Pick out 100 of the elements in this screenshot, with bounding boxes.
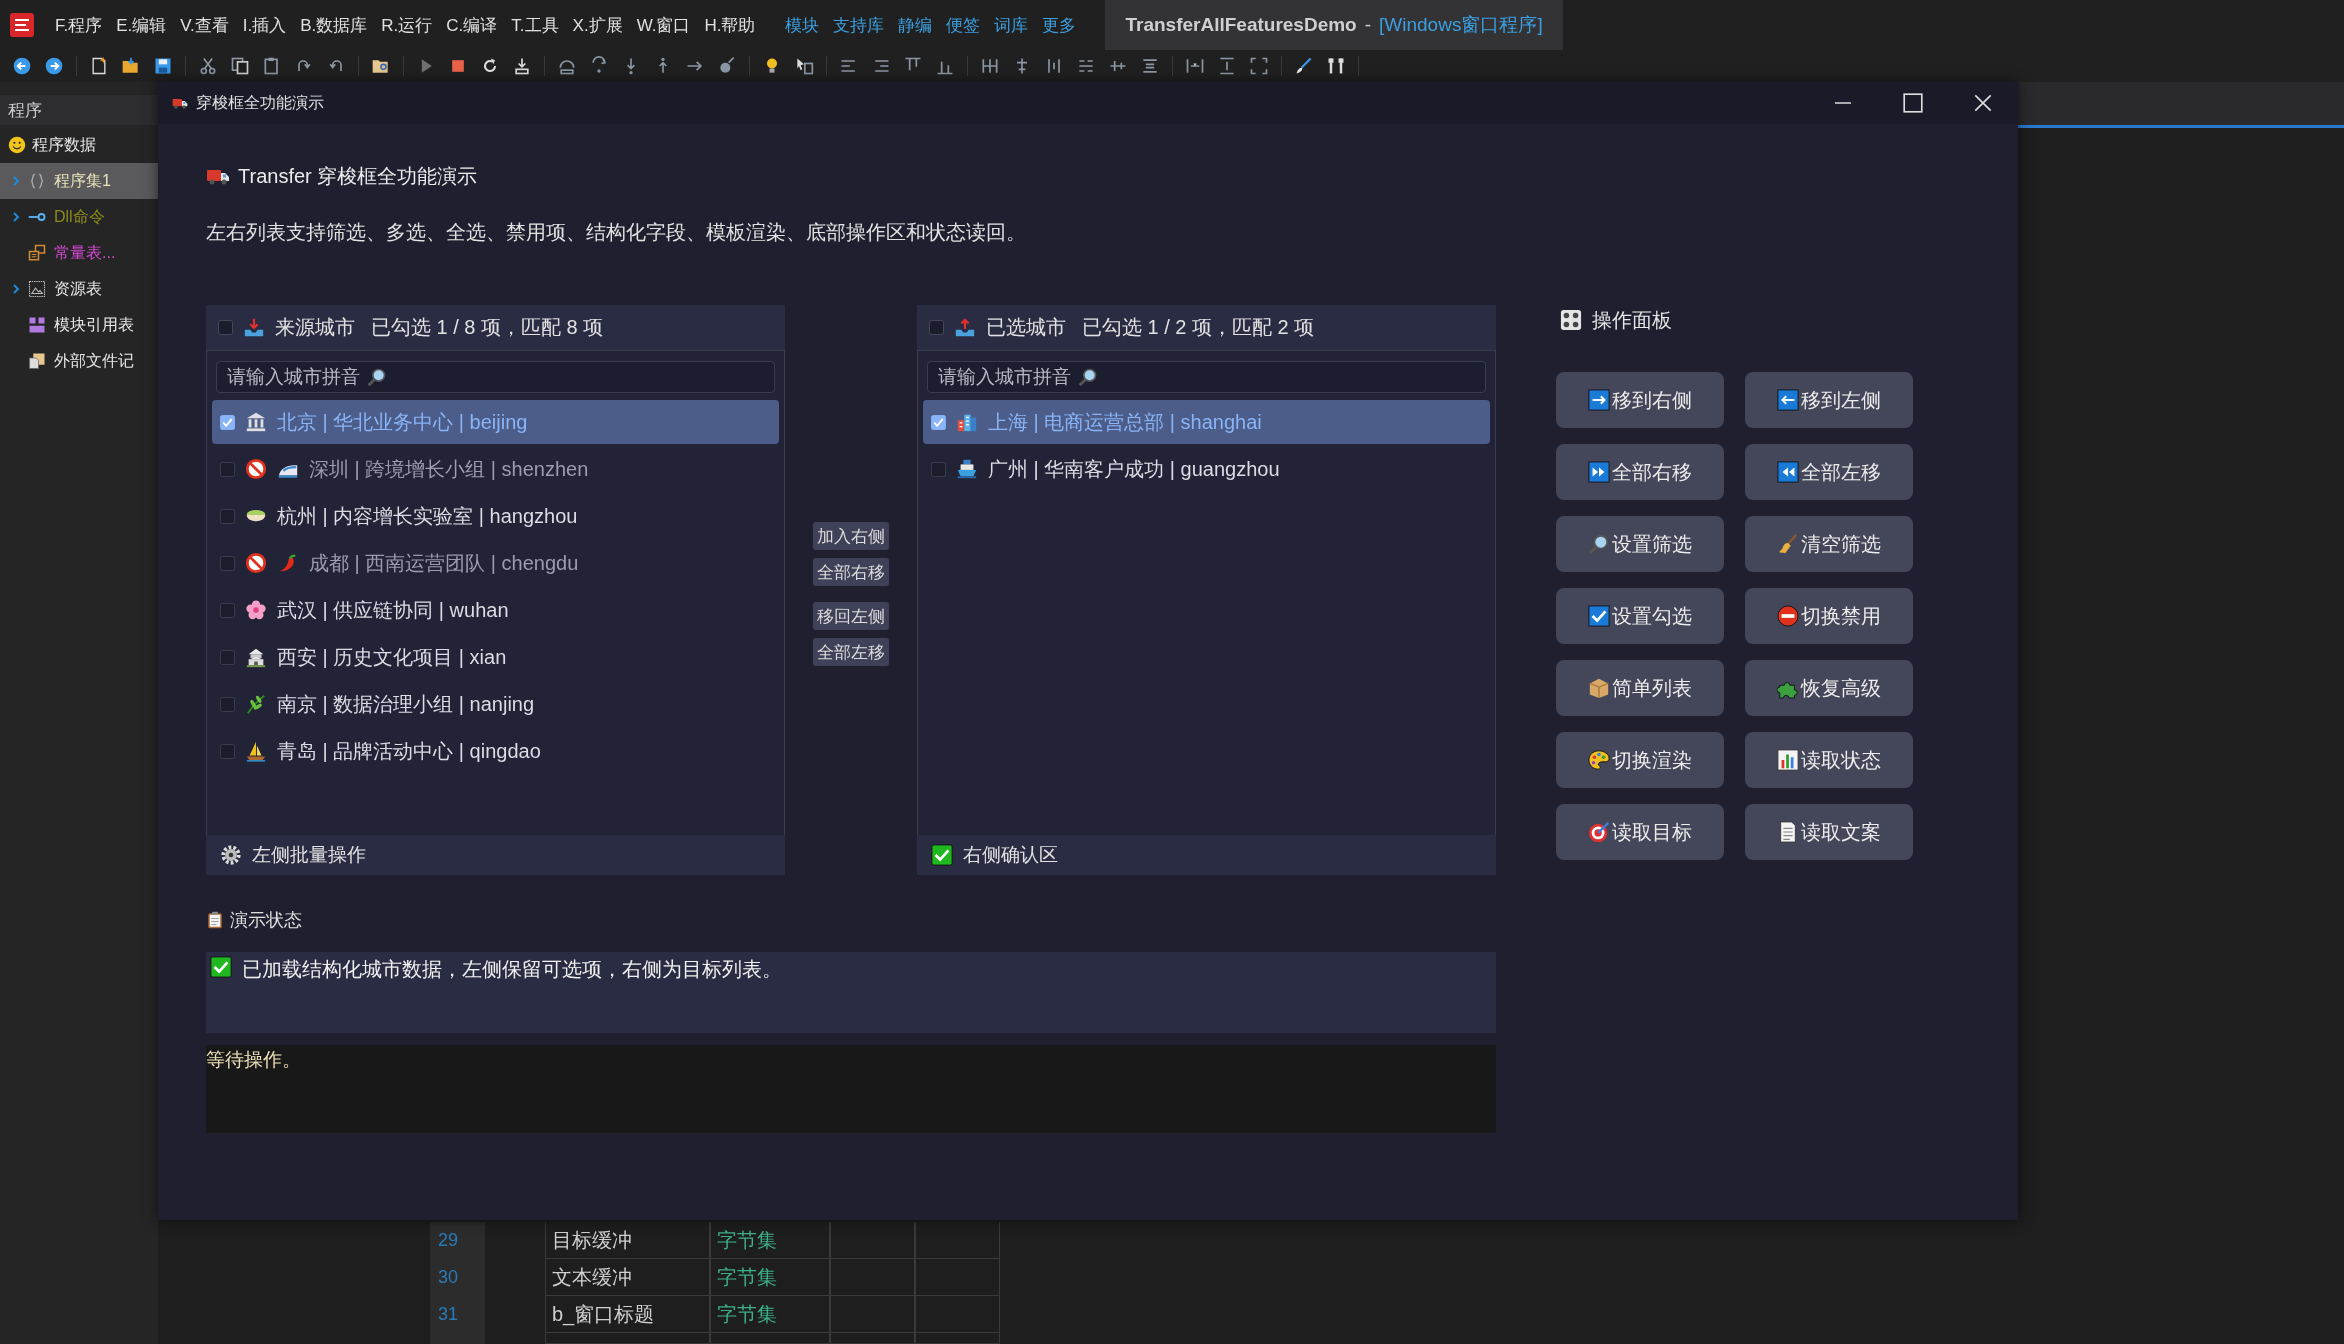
checkbox[interactable]: [220, 414, 235, 430]
menu-item[interactable]: X.扩展: [565, 13, 630, 37]
table-cell: 字节集: [710, 1259, 830, 1296]
list-item[interactable]: 青岛 | 品牌活动中心 | qingdao: [212, 729, 779, 773]
outbox-tray-icon: [954, 316, 976, 339]
menu-link[interactable]: 模块: [778, 13, 827, 37]
maximize-icon: [1902, 92, 1924, 114]
module-blocks-icon: [28, 316, 46, 334]
list-item[interactable]: 南京 | 数据治理小组 | nanjing: [212, 682, 779, 726]
action-button[interactable]: 读取目标: [1556, 804, 1724, 860]
spacing-horizontal-icon[interactable]: [980, 56, 1000, 76]
search-icon: [1078, 367, 1098, 387]
copy-icon[interactable]: [230, 56, 250, 76]
transfer-button[interactable]: 全部左移: [813, 638, 889, 666]
transfer-button[interactable]: 全部右移: [813, 558, 889, 586]
prohibited-icon: [245, 458, 267, 480]
brush-icon[interactable]: [1294, 56, 1314, 76]
menu-item[interactable]: E.编辑: [109, 13, 174, 37]
fit-size-icon[interactable]: [1249, 56, 1269, 76]
table-cell: 字节集: [710, 1222, 830, 1259]
checkbox[interactable]: [220, 696, 235, 712]
table-cell: 目标缓冲: [545, 1222, 710, 1259]
action-button[interactable]: 移到左侧: [1745, 372, 1913, 428]
transfer-button[interactable]: 移回左侧: [813, 602, 889, 630]
cursor-icon[interactable]: [794, 56, 814, 76]
menu-link[interactable]: 更多: [1035, 13, 1084, 37]
action-button[interactable]: 读取状态: [1745, 732, 1913, 788]
checkbox[interactable]: [220, 743, 235, 759]
status-message: 已加载结构化城市数据，左侧保留可选项，右侧为目标列表。: [242, 957, 782, 982]
menu-link[interactable]: 支持库: [826, 13, 892, 37]
action-button[interactable]: 简单列表: [1556, 660, 1724, 716]
menu-item[interactable]: F.程序: [48, 13, 110, 37]
sailboat-icon: [245, 740, 267, 762]
app-logo-icon[interactable]: [10, 13, 34, 37]
action-button[interactable]: 全部右移: [1556, 444, 1724, 500]
action-button[interactable]: 全部左移: [1745, 444, 1913, 500]
tree-row[interactable]: 程序集1: [0, 163, 158, 199]
tree-row[interactable]: Dll命令: [0, 199, 158, 235]
menu-item[interactable]: V.查看: [173, 13, 236, 37]
transfer-button[interactable]: 加入右侧: [813, 522, 889, 550]
panel-title: 来源城市: [275, 315, 355, 340]
line-number: 30: [430, 1259, 485, 1296]
list-item[interactable]: 广州 | 华南客户成功 | guangzhou: [923, 447, 1490, 491]
action-button[interactable]: 清空筛选: [1745, 516, 1913, 572]
checkbox[interactable]: [220, 649, 235, 665]
menu-item[interactable]: R.运行: [374, 13, 440, 37]
menu-item[interactable]: I.插入: [235, 13, 294, 37]
open-folder-icon[interactable]: [121, 56, 141, 76]
list-item[interactable]: 武汉 | 供应链协同 | wuhan: [212, 588, 779, 632]
search-field[interactable]: 请输入城市拼音: [927, 361, 1486, 393]
menu-item[interactable]: H.帮助: [697, 13, 763, 37]
action-button[interactable]: 设置筛选: [1556, 516, 1724, 572]
forward-icon[interactable]: [44, 56, 64, 76]
tools-icon[interactable]: [1326, 56, 1346, 76]
checkbox[interactable]: [931, 461, 946, 477]
tree-row[interactable]: 模块引用表: [0, 307, 158, 343]
line-number: 31: [430, 1296, 485, 1333]
menu-item[interactable]: T.工具: [504, 13, 566, 37]
list-item[interactable]: 杭州 | 内容增长实验室 | hangzhou: [212, 494, 779, 538]
action-button[interactable]: 设置勾选: [1556, 588, 1724, 644]
breakpoint-icon[interactable]: [717, 56, 737, 76]
herb-icon: [245, 693, 267, 715]
equal-spacing-icon[interactable]: [1140, 56, 1160, 76]
checkbox[interactable]: [931, 414, 946, 430]
back-icon[interactable]: [12, 56, 32, 76]
action-button[interactable]: 切换禁用: [1745, 588, 1913, 644]
tree-row[interactable]: 外部文件记: [0, 343, 158, 379]
checkbox[interactable]: [220, 508, 235, 524]
tree-row[interactable]: 常量表...: [0, 235, 158, 271]
menu-link[interactable]: 词库: [987, 13, 1036, 37]
tree-item-label: 常量表...: [54, 242, 116, 263]
action-button[interactable]: 读取文案: [1745, 804, 1913, 860]
tree-row[interactable]: 资源表: [0, 271, 158, 307]
search-field[interactable]: 请输入城市拼音: [216, 361, 775, 393]
description-text: 左右列表支持筛选、多选、全选、禁用项、结构化字段、模板渲染、底部操作区和状态读回。: [206, 219, 1027, 245]
save-icon[interactable]: [153, 56, 173, 76]
panel-title: 操作面板: [1592, 307, 1672, 333]
tree-item[interactable]: 程序数据: [32, 134, 96, 156]
menu-item[interactable]: W.窗口: [629, 13, 698, 37]
action-button[interactable]: 切换渲染: [1556, 732, 1724, 788]
action-button[interactable]: 恢复高级: [1745, 660, 1913, 716]
same-height-icon[interactable]: [1217, 56, 1237, 76]
action-button[interactable]: 移到右侧: [1556, 372, 1724, 428]
menu-item[interactable]: B.数据库: [293, 13, 375, 37]
checkbox[interactable]: [220, 602, 235, 618]
menu-link[interactable]: 静编: [891, 13, 940, 37]
select-all-checkbox[interactable]: [929, 320, 944, 335]
clipboard-icon: [206, 911, 224, 929]
menu-link[interactable]: 便签: [939, 13, 988, 37]
list-item[interactable]: 西安 | 历史文化项目 | xian: [212, 635, 779, 679]
step-into-icon[interactable]: [512, 56, 532, 76]
cut-icon[interactable]: [198, 56, 218, 76]
check-mark-icon: [931, 844, 953, 866]
select-all-checkbox[interactable]: [218, 320, 233, 335]
bank-building-icon: [245, 411, 267, 433]
bar-chart-icon: [1777, 749, 1799, 771]
same-width-icon[interactable]: [1185, 56, 1205, 76]
chevron-right-icon[interactable]: [10, 283, 22, 295]
chevron-right-icon[interactable]: [10, 211, 22, 223]
menu-item[interactable]: C.编译: [439, 13, 505, 37]
